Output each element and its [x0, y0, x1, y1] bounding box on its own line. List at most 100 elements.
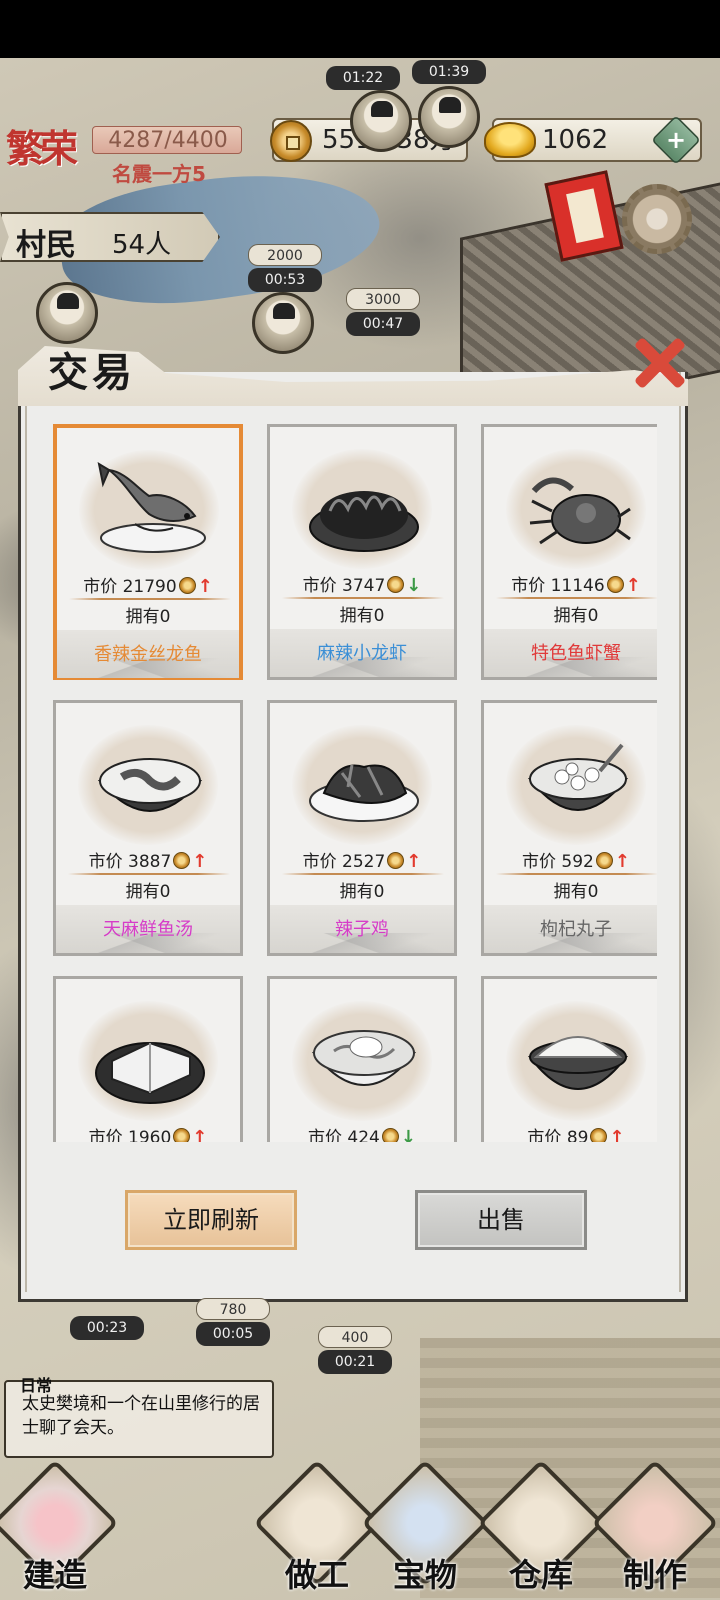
price-row: 市价 1960 ↑ [56, 1123, 240, 1142]
price-value: 3887 [128, 852, 172, 872]
log-text: 太史樊境和一个在山里修行的居士聊了会天。 [22, 1394, 260, 1438]
coin-icon [595, 852, 613, 869]
owned-value: 0 [373, 882, 385, 902]
log-label: 日常 [20, 1376, 53, 1395]
price-label: 市价 [527, 1128, 562, 1142]
timer-tag: 00:23 [70, 1316, 144, 1340]
name-band: 特色鱼虾蟹 [484, 629, 657, 677]
gear-icon[interactable] [622, 184, 692, 254]
add-gold-button[interactable]: + [651, 115, 701, 165]
owned-row: 拥有0 [484, 877, 657, 902]
trend-up-icon: ↑ [197, 576, 213, 597]
crayfish-dish-icon [309, 491, 419, 552]
nav-build-label: 建造 [22, 1556, 87, 1594]
coin-icon [173, 1128, 191, 1142]
villager-label: 村民 [16, 228, 76, 263]
coin-icon [270, 120, 312, 162]
price-row: 市价 3747 ↓ [270, 571, 454, 597]
price-row: 市价 424 ↓ [270, 1123, 454, 1142]
trend-up-icon: ↑ [192, 851, 208, 872]
divider [496, 873, 657, 875]
price-row: 市价 11146 ↑ [484, 571, 657, 597]
divider [282, 597, 444, 599]
rank-label: 名震一方5 [112, 162, 206, 186]
coin-icon [387, 852, 405, 869]
price-label: 市价 [83, 577, 118, 597]
item-grid[interactable]: 市价 21790 ↑ 拥有0 香辣金丝龙鱼 市价 3747 ↓ 拥有0 麻辣小龙虾 [53, 424, 657, 1142]
item-card[interactable]: 市价 89 ↑ [481, 976, 657, 1142]
close-icon[interactable] [626, 334, 690, 398]
owned-label: 拥有 [339, 606, 374, 626]
owned-row: 拥有0 [270, 877, 454, 902]
item-card[interactable]: 市价 21790 ↑ 拥有0 香辣金丝龙鱼 [53, 424, 243, 680]
price-row: 市价 21790 ↑ [57, 572, 239, 598]
owned-label: 拥有 [553, 882, 588, 902]
trend-up-icon: ↑ [192, 1127, 208, 1142]
coin-icon [590, 1128, 608, 1142]
price-label: 市价 [522, 852, 557, 872]
nav-build[interactable]: 建造 [0, 1459, 120, 1600]
resident-avatar[interactable] [418, 86, 480, 148]
owned-row: 拥有0 [484, 601, 657, 626]
coin-icon [178, 577, 196, 594]
owned-label: 拥有 [553, 606, 588, 626]
item-card[interactable]: 市价 3887 ↑ 拥有0 天麻鲜鱼汤 [53, 700, 243, 956]
divider [496, 597, 657, 599]
reward-tag: 400 [318, 1326, 392, 1348]
item-card[interactable]: 市价 11146 ↑ 拥有0 特色鱼虾蟹 [481, 424, 657, 680]
price-row: 市价 592 ↑ [484, 847, 657, 873]
price-label: 市价 [308, 1128, 343, 1142]
gold-counter[interactable]: 1062 + [484, 115, 702, 165]
owned-row: 拥有0 [56, 877, 240, 902]
item-card[interactable]: 市价 1960 ↑ [53, 976, 243, 1142]
resident-avatar[interactable] [350, 90, 412, 152]
price-value: 592 [561, 852, 594, 872]
nav-treasure[interactable]: 宝物 [361, 1459, 489, 1600]
coin-icon [387, 576, 405, 593]
timer-tag: 01:22 [326, 66, 400, 90]
owned-value: 0 [587, 606, 599, 626]
trend-up-icon: ↑ [625, 575, 641, 596]
item-name: 枸杞丸子 [540, 919, 612, 940]
name-band: 辣子鸡 [270, 905, 454, 953]
item-name: 辣子鸡 [335, 919, 389, 940]
crab-dish-icon [529, 477, 631, 545]
price-value: 89 [566, 1128, 589, 1142]
price-label: 市价 [511, 576, 546, 596]
nav-craft[interactable]: 制作 [591, 1459, 719, 1600]
rice-bowl-icon [527, 1036, 629, 1090]
item-card[interactable]: 市价 424 ↓ [267, 976, 457, 1142]
nav-work[interactable]: 做工 [253, 1459, 381, 1600]
trend-down-icon: ↓ [406, 575, 422, 596]
gold-ingot-icon [484, 122, 536, 158]
trend-up-icon: ↑ [609, 1127, 625, 1142]
trade-modal-header: 交易 [18, 326, 688, 406]
price-label: 市价 [302, 852, 337, 872]
refresh-button[interactable]: 立即刷新 [125, 1190, 297, 1250]
sell-button[interactable]: 出售 [415, 1190, 587, 1250]
coin-icon [381, 1128, 399, 1142]
name-band: 天麻鲜鱼汤 [56, 905, 240, 953]
nav-craft-label: 制作 [622, 1556, 687, 1594]
item-card[interactable]: 市价 2527 ↑ 拥有0 辣子鸡 [267, 700, 457, 956]
nav-work-label: 做工 [284, 1556, 349, 1594]
nav-warehouse[interactable]: 仓库 [477, 1459, 605, 1600]
name-band: 麻辣小龙虾 [270, 629, 454, 677]
item-card[interactable]: 市价 592 ↑ 拥有0 枸杞丸子 [481, 700, 657, 956]
price-value: 1960 [128, 1128, 172, 1142]
prosperity-panel[interactable]: 繁荣 4287/4400 名震一方5 [0, 116, 250, 186]
owned-value: 0 [159, 882, 171, 902]
trend-down-icon: ↓ [400, 1127, 416, 1142]
owned-label: 拥有 [125, 607, 160, 627]
item-card[interactable]: 市价 3747 ↓ 拥有0 麻辣小龙虾 [267, 424, 457, 680]
villager-panel[interactable]: 村民 54人 [0, 212, 220, 262]
owned-row: 拥有0 [270, 601, 454, 626]
nav-warehouse-label: 仓库 [508, 1556, 573, 1594]
modal-title: 交易 [48, 349, 136, 396]
price-value: 21790 [122, 577, 177, 597]
owned-row: 拥有0 [57, 602, 239, 627]
name-band: 枸杞丸子 [484, 905, 657, 953]
price-value: 3747 [342, 576, 386, 596]
timer-tag: 00:05 [196, 1322, 270, 1346]
price-value: 424 [347, 1128, 380, 1142]
